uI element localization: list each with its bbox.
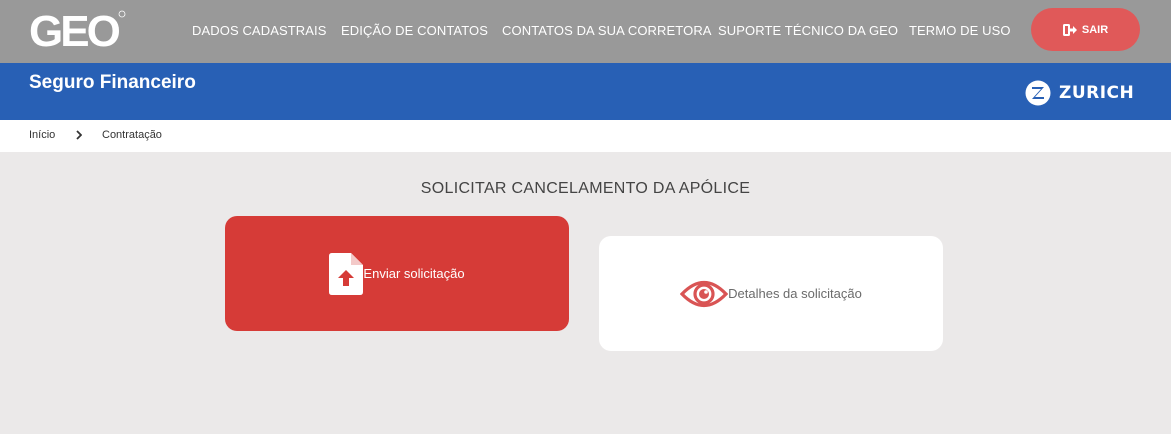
nav-dados-cadastrais[interactable]: DADOS CADASTRAIS — [192, 23, 327, 38]
zurich-logo-icon — [1025, 80, 1051, 106]
send-request-card[interactable]: Enviar solicitação — [225, 216, 569, 331]
logout-button[interactable]: SAIR — [1031, 8, 1140, 51]
nav-contatos-corretora[interactable]: CONTATOS DA SUA CORRETORA — [502, 23, 712, 38]
product-bar: Seguro Financeiro ZURICH — [0, 63, 1171, 120]
zurich-brand: ZURICH — [1025, 80, 1134, 106]
breadcrumb-current: Contratação — [102, 129, 162, 141]
eye-icon — [680, 280, 729, 307]
request-details-label: Detalhes da solicitação — [728, 286, 862, 301]
main-nav: DADOS CADASTRAIS EDIÇÃO DE CONTATOS CONT… — [0, 0, 1171, 63]
send-request-label: Enviar solicitação — [363, 266, 465, 281]
breadcrumb: Início Contratação — [0, 120, 1171, 152]
request-details-card[interactable]: Detalhes da solicitação — [599, 236, 943, 351]
brand-name: ZURICH — [1059, 83, 1135, 103]
logout-label: SAIR — [1081, 23, 1109, 36]
logout-icon — [1062, 23, 1077, 36]
page-title: Seguro Financeiro — [29, 72, 196, 93]
file-upload-icon — [329, 252, 364, 295]
nav-termo-uso[interactable]: TERMO DE USO — [909, 23, 1011, 38]
top-navbar: GEO DADOS CADASTRAIS EDIÇÃO DE CONTATOS … — [0, 0, 1171, 63]
section-title: SOLICITAR CANCELAMENTO DA APÓLICE — [420, 180, 751, 197]
chevron-right-icon — [76, 130, 82, 140]
nav-edicao-contatos[interactable]: EDIÇÃO DE CONTATOS — [341, 23, 488, 38]
nav-suporte-tecnico[interactable]: SUPORTE TÉCNICO DA GEO — [718, 23, 898, 38]
breadcrumb-home[interactable]: Início — [29, 129, 55, 141]
